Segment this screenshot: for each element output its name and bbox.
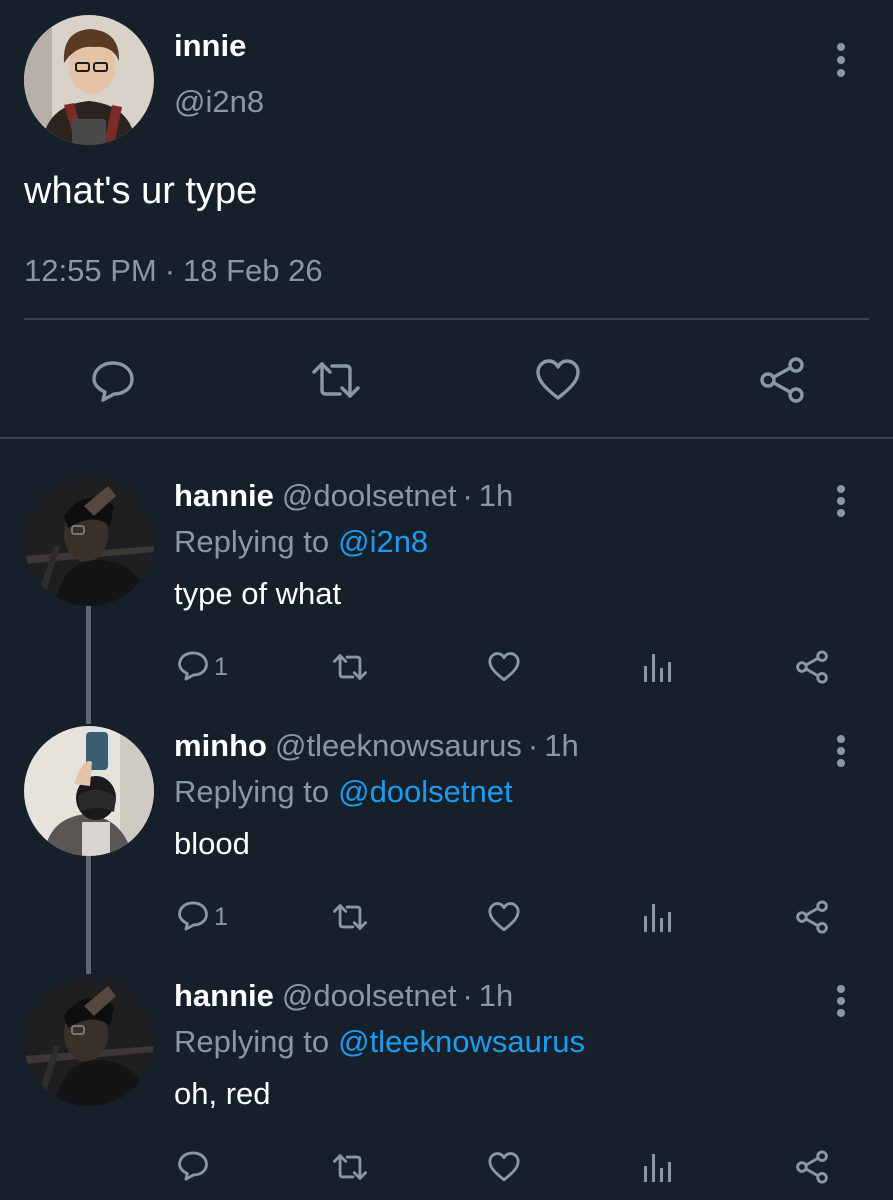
tweet-date: 18 Feb 26 (183, 253, 323, 288)
retweet-icon[interactable] (330, 1142, 370, 1192)
like-icon[interactable] (486, 642, 522, 692)
divider (0, 437, 893, 439)
reply-button[interactable]: 1 (176, 642, 228, 692)
like-icon[interactable] (486, 892, 522, 942)
reply-text: oh, red (174, 1076, 271, 1111)
avatar[interactable] (24, 476, 154, 606)
reply-author-name[interactable]: hannie (174, 478, 274, 513)
retweet-icon[interactable] (330, 892, 370, 942)
meta-separator: · (462, 478, 473, 513)
author-handle[interactable]: @i2n8 (174, 84, 264, 120)
reply-time: 1h (544, 728, 579, 763)
share-icon[interactable] (794, 1142, 830, 1192)
reply-header: hannie @doolsetnet · 1h (174, 978, 513, 1014)
divider (24, 318, 869, 320)
reply-text: blood (174, 826, 250, 861)
more-options-icon[interactable] (828, 481, 854, 521)
analytics-icon[interactable] (642, 1142, 674, 1192)
reply-author-name[interactable]: minho (174, 728, 267, 763)
reply-button[interactable]: 1 (176, 892, 228, 942)
replying-to-label: Replying to (174, 1024, 330, 1059)
replying-to: Replying to @doolsetnet (174, 774, 513, 810)
reply-icon (176, 648, 210, 687)
tweet-time: 12:55 PM (24, 253, 157, 288)
mention-link[interactable]: @i2n8 (338, 524, 428, 559)
retweet-icon[interactable] (306, 350, 366, 410)
meta-separator: · (462, 978, 473, 1013)
reply-tweet[interactable]: minho @tleeknowsaurus · 1h Replying to @dool… (0, 726, 893, 976)
replying-to: Replying to @tleeknowsaurus (174, 1024, 585, 1060)
reply-author-handle[interactable]: @doolsetnet (282, 478, 457, 513)
reply-author-handle[interactable]: @tleeknowsaurus (275, 728, 522, 763)
more-options-icon[interactable] (828, 731, 854, 771)
reply-tweet[interactable]: hannie @doolsetnet · 1h Replying to @tleekno… (0, 976, 893, 1200)
reply-action-bar: 1 (0, 892, 893, 942)
avatar[interactable] (24, 976, 154, 1106)
reply-time: 1h (478, 978, 514, 1013)
analytics-icon[interactable] (642, 642, 674, 692)
reply-action-bar (0, 1142, 893, 1192)
reply-time: 1h (478, 478, 514, 513)
reply-button[interactable] (176, 1142, 214, 1192)
reply-author-name[interactable]: hannie (174, 978, 274, 1013)
author-name[interactable]: innie (174, 28, 246, 64)
reply-author-handle[interactable]: @doolsetnet (282, 978, 457, 1013)
avatar[interactable] (24, 726, 154, 856)
replying-to-label: Replying to (174, 774, 330, 809)
like-icon[interactable] (486, 1142, 522, 1192)
reply-icon (176, 1148, 210, 1187)
avatar[interactable] (24, 15, 154, 145)
mention-link[interactable]: @tleeknowsaurus (338, 1024, 585, 1059)
reply-tweet[interactable]: hannie @doolsetnet · 1h Replying to @i2n8 ty… (0, 476, 893, 726)
mention-link[interactable]: @doolsetnet (338, 774, 513, 809)
reply-count: 1 (214, 902, 228, 931)
more-options-icon[interactable] (828, 981, 854, 1021)
share-icon[interactable] (752, 350, 812, 410)
like-icon[interactable] (528, 350, 588, 410)
share-icon[interactable] (794, 892, 830, 942)
replying-to-label: Replying to (174, 524, 330, 559)
analytics-icon[interactable] (642, 892, 674, 942)
tweet-text: what's ur type (24, 170, 258, 212)
reply-icon[interactable] (83, 350, 143, 410)
more-options-icon[interactable] (828, 40, 854, 80)
reply-action-bar: 1 (0, 642, 893, 692)
share-icon[interactable] (794, 642, 830, 692)
reply-icon (176, 898, 210, 937)
reply-count: 1 (214, 652, 228, 681)
reply-header: minho @tleeknowsaurus · 1h (174, 728, 579, 764)
retweet-icon[interactable] (330, 642, 370, 692)
tweet-timestamp: 12:55 PM · 18 Feb 26 (24, 253, 323, 289)
meta-separator: · (527, 728, 539, 763)
reply-header: hannie @doolsetnet · 1h (174, 478, 513, 514)
tweet-action-bar (0, 350, 893, 414)
meta-separator: · (164, 253, 176, 288)
replying-to: Replying to @i2n8 (174, 524, 428, 560)
reply-text: type of what (174, 576, 342, 611)
tweet-thread-screen: innie @i2n8 what's ur type 12:55 PM · 18 F… (0, 0, 893, 1200)
